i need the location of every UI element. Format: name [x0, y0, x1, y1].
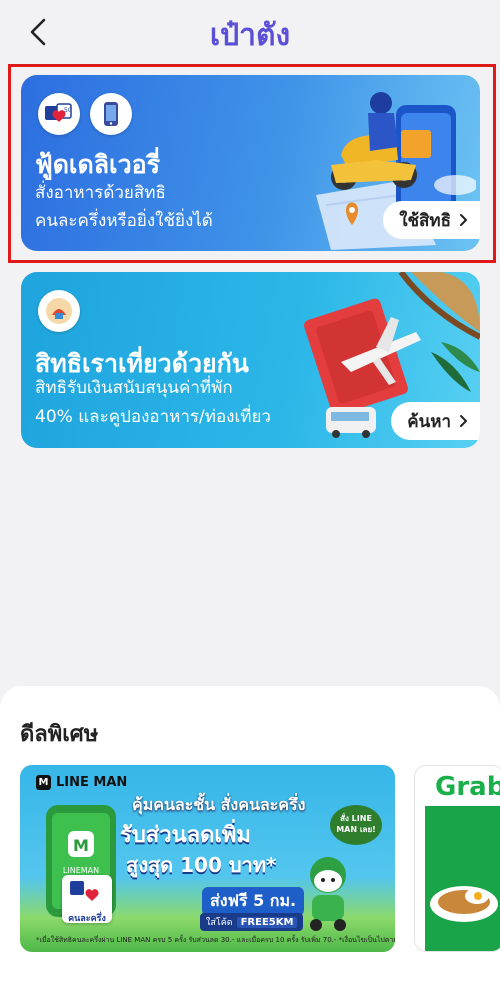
highlight-box: [8, 64, 496, 263]
promo-headline3: สูงสุด 100 บาท*: [126, 853, 277, 877]
promo-headline2: รับส่วนลดเพิ่ม: [120, 823, 251, 848]
free-shipping-label: ส่งฟรี 5 กม.: [202, 887, 305, 916]
promo-fine-print: *เมื่อใช้สิทธิคนละครึ่งผ่าน LINE MAN ครบ…: [36, 936, 395, 944]
search-button-label: ค้นหา: [407, 411, 451, 432]
half-half-badge-label: คนละครึ่ง: [68, 914, 106, 924]
chevron-right-icon: [460, 415, 467, 427]
page-title: เป๋าตัง: [209, 18, 291, 53]
section-title: ดีลพิเศษ: [20, 722, 99, 747]
card-description-line1: สิทธิรับเงินสนับสนุนค่าที่พัก: [35, 378, 233, 398]
promo-code-box: ใส่โค้ด FREE5KM: [200, 913, 304, 931]
order-now-bubble: สั่ง LINE MAN เลย!: [330, 805, 382, 845]
svg-text:M: M: [73, 836, 89, 855]
fried-rice-plate-illustration: [430, 886, 498, 922]
card-description-line2: 40% และคูปองอาหาร/ท่องเที่ยว: [35, 407, 271, 427]
promo-headline1: คุ้มคนละชั้น สั่งคนละครึ่ง: [132, 795, 306, 814]
lineman-rider-mascot: [310, 857, 346, 931]
lineman-logo-icon: M: [36, 775, 51, 790]
svg-text:LINEMAN: LINEMAN: [63, 866, 99, 875]
travel-logo-badge: [38, 290, 80, 332]
grab-logo: Grab: [435, 772, 500, 802]
header: เป๋าตัง: [0, 0, 500, 64]
special-deals-section: ดีลพิเศษ M LINE MAN M LINEMAN คนละครึ่ง …: [0, 686, 500, 983]
search-button[interactable]: ค้นหา: [391, 402, 480, 440]
lineman-promo-banner[interactable]: M LINE MAN M LINEMAN คนละครึ่ง คุ้มคนละช…: [20, 765, 395, 952]
travel-together-card[interactable]: สิทธิเราเที่ยวด้วยกัน สิทธิรับเงินสนับสน…: [21, 272, 480, 448]
half-half-badge: คนละครึ่ง: [62, 875, 112, 924]
puzzle-heart-icon: [70, 881, 99, 901]
grab-promo-banner[interactable]: Grab: [414, 765, 500, 952]
promo-code-value: FREE5KM: [236, 916, 298, 928]
promo-code-label: ใส่โค้ด: [206, 918, 233, 928]
lineman-logo: M LINE MAN: [36, 775, 127, 790]
travel-logo-icon: [46, 298, 72, 324]
